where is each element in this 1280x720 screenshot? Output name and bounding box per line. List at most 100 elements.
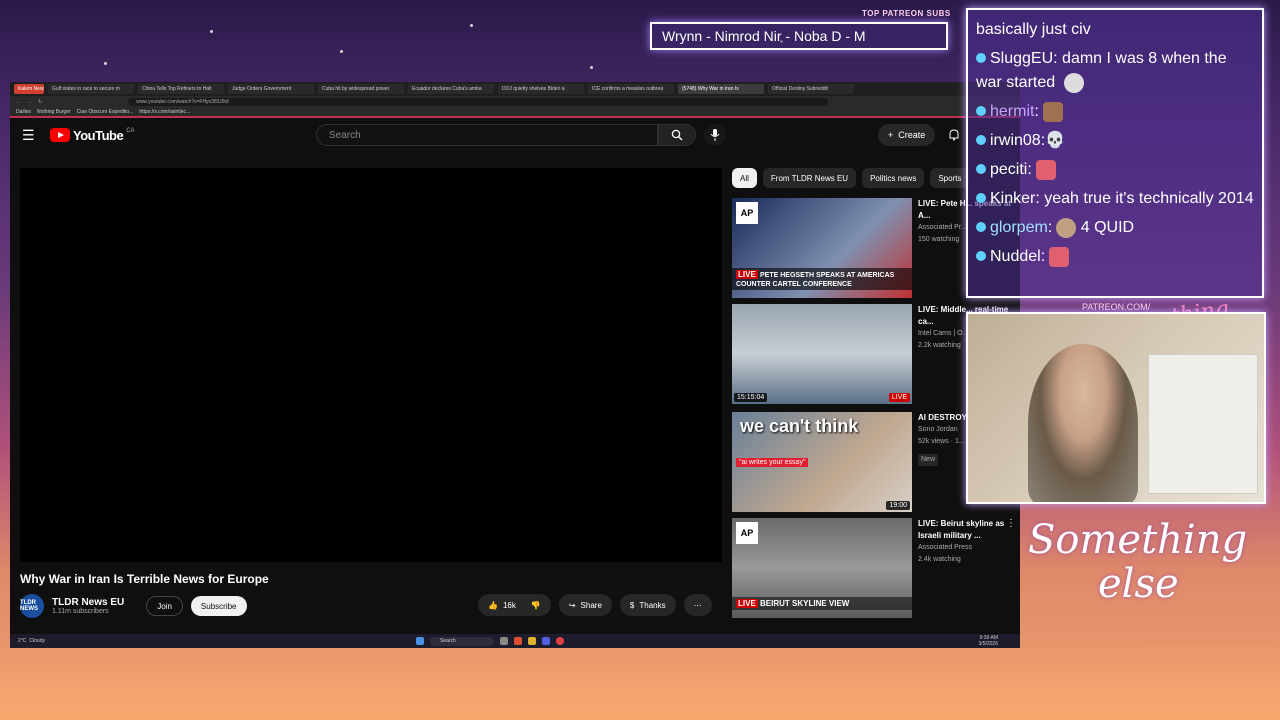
video-title[interactable]: LIVE: Beirut skyline as Israeli military… <box>918 518 1014 542</box>
emote-icon <box>1063 72 1084 93</box>
search-button[interactable] <box>658 124 696 146</box>
video-meta: LIVE: Beirut skyline as Israeli military… <box>918 518 1014 566</box>
star-decoration <box>210 30 213 33</box>
start-icon[interactable] <box>416 637 424 645</box>
notifications-button[interactable] <box>948 128 960 146</box>
app-icon[interactable] <box>542 637 550 645</box>
thanks-label: Thanks <box>639 600 666 610</box>
chat-text: 4 QUID <box>1080 219 1135 236</box>
chrome-icon[interactable] <box>556 637 564 645</box>
video-thumbnail[interactable]: we can't think "ai writes your essay" 19… <box>732 412 912 512</box>
top-patreon-label: TOP PATREON SUBS <box>862 9 951 18</box>
youtube-logo[interactable]: YouTube CA <box>50 128 135 143</box>
live-badge: LIVE <box>888 393 910 402</box>
chat-message: Nuddel: <box>976 245 1254 269</box>
taskbar-clock[interactable]: 9:39 AM 3/5/2026 <box>979 635 998 647</box>
thanks-icon: $ <box>629 600 635 610</box>
search-input[interactable]: Search <box>316 124 658 146</box>
chat-username: Nuddel <box>990 248 1041 265</box>
video-stats: 2.4k watching <box>918 556 961 563</box>
reload-icon[interactable]: ↻ <box>38 99 42 105</box>
share-label: Share <box>580 600 602 610</box>
user-badge-icon <box>976 193 986 203</box>
channel-avatar[interactable]: TLDR NEWS <box>20 594 44 618</box>
channel-brand-script: Something else <box>1028 518 1247 606</box>
forward-icon[interactable]: → <box>27 99 32 105</box>
star-decoration <box>340 50 343 53</box>
more-vert-icon[interactable]: ⋮ <box>1006 518 1016 529</box>
live-tag: LIVE PETE HEGSETH SPEAKS AT AMERICAS COU… <box>732 268 912 290</box>
emote-icon <box>1049 246 1070 267</box>
create-button[interactable]: + Create <box>878 124 936 146</box>
back-icon[interactable]: ← <box>16 99 21 105</box>
browser-tab[interactable]: Gulf states in race to secure m <box>48 84 134 94</box>
search-icon <box>671 129 683 141</box>
chat-message: hermit: <box>976 100 1254 124</box>
timestamp-label: 15:15:04 <box>734 393 768 402</box>
chat-username: glorpem <box>990 219 1048 236</box>
chat-text: yeah true it's technically 2014 <box>1044 190 1254 207</box>
share-button[interactable]: ↪ Share <box>558 594 612 616</box>
video-thumbnail[interactable]: 15:15:04 LIVE <box>732 304 912 404</box>
taskbar-center: Search <box>416 636 564 646</box>
app-icon[interactable] <box>500 637 508 645</box>
browser-tab[interactable]: China Tells Top Refiners to Halt <box>138 84 224 94</box>
chat-message: irwin08:💀 <box>976 129 1254 153</box>
weather-desc: Cloudy <box>29 638 45 644</box>
video-thumbnail[interactable]: AP LIVE PETE HEGSETH SPEAKS AT AMERICAS … <box>732 198 912 298</box>
browser-tab[interactable]: Judge Orders Government <box>228 84 314 94</box>
thumbnail-overlay-text: we can't think <box>740 416 859 436</box>
menu-icon[interactable]: ☰ <box>22 127 36 144</box>
like-count: 16k <box>502 600 516 610</box>
subscribe-button[interactable]: Subscribe <box>190 596 247 616</box>
webcam-dresser <box>1148 354 1258 494</box>
browser-tab[interactable]: Ecuador declares Cuba's amba <box>408 84 494 94</box>
url-field[interactable]: www.youtube.com/watch?v=FHys3I5U0td <box>128 98 829 106</box>
subscriber-count: 1.11m subscribers <box>52 608 109 615</box>
thumbs-up-icon: 👍 <box>488 600 498 610</box>
brand-script-line: Something <box>1028 517 1248 563</box>
new-badge: New <box>918 454 939 466</box>
user-badge-icon <box>976 164 986 174</box>
microphone-icon <box>710 129 720 141</box>
star-decoration <box>470 24 473 27</box>
browser-tab[interactable]: Kalem News <box>14 84 44 94</box>
chip-politics-news[interactable]: Politics news <box>862 168 925 188</box>
browser-tab-active[interactable]: (5748) Why War in Iran Is <box>678 84 764 94</box>
video-duration: 19:00 <box>886 501 910 510</box>
chat-message: Kinker: yeah true it's technically 2014 <box>976 187 1254 211</box>
browser-tab[interactable]: DOJ quietly shelves Biden a <box>498 84 584 94</box>
thanks-button[interactable]: $ Thanks <box>619 594 676 616</box>
chip-sports[interactable]: Sports <box>930 168 970 188</box>
user-badge-icon <box>976 222 986 232</box>
chat-username: irwin08 <box>990 132 1041 149</box>
voice-search-button[interactable] <box>704 124 726 146</box>
video-title: Why War in Iran Is Terrible News for Eur… <box>20 572 269 586</box>
app-icon[interactable] <box>514 637 522 645</box>
folder-icon[interactable] <box>528 637 536 645</box>
bookmark-item[interactable]: https://x.com/saintlec... <box>139 109 190 115</box>
browser-window: Kalem News Gulf states in race to secure… <box>10 82 1020 648</box>
chip-from-channel[interactable]: From TLDR News EU <box>762 168 857 188</box>
country-code: CA <box>126 128 135 134</box>
video-channel[interactable]: Associated Press <box>918 542 1014 554</box>
weather-temp[interactable]: 2°C <box>18 638 26 644</box>
browser-tab[interactable]: ICE confirms a measles outbrea <box>588 84 674 94</box>
recommended-video[interactable]: AP LIVE BEIRUT SKYLINE VIEW LIVE: Beirut… <box>732 518 1020 618</box>
channel-row: TLDR NEWS TLDR News EU 1.11m subscribers… <box>20 594 247 618</box>
chip-all[interactable]: All <box>732 168 757 188</box>
channel-name[interactable]: TLDR News EU <box>52 597 124 608</box>
bookmark-item[interactable]: Nothing Burger <box>37 109 71 115</box>
browser-tab[interactable]: Cuba hit by widespread power <box>318 84 404 94</box>
like-button[interactable]: 👍 16k 👎 <box>478 594 551 616</box>
browser-tab[interactable]: Official Destiny Subreddit <box>768 84 854 94</box>
join-button[interactable]: Join <box>146 596 183 616</box>
chat-username: hermit <box>990 103 1035 120</box>
thumbs-down-icon[interactable]: 👎 <box>531 601 541 610</box>
bookmark-item[interactable]: Dailies <box>16 109 31 115</box>
video-thumbnail[interactable]: AP LIVE BEIRUT SKYLINE VIEW <box>732 518 912 618</box>
bookmark-item[interactable]: Ciao Obscuro Expeditio... <box>77 109 134 115</box>
taskbar-search[interactable]: Search <box>430 636 494 646</box>
more-actions-button[interactable]: ⋯ <box>683 594 712 616</box>
video-player[interactable] <box>20 168 722 562</box>
